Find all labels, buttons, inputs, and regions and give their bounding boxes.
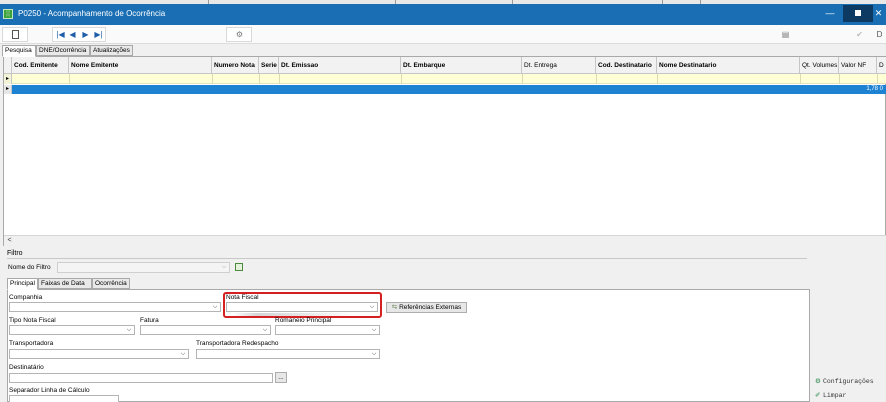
chevron-down-icon: ⌵: [221, 264, 227, 270]
edge-icon: D: [876, 30, 883, 39]
configuracoes-link[interactable]: ⚙ Configurações: [815, 377, 874, 385]
window-title: P0250 - Acompanhamento de Ocorrência: [18, 9, 166, 18]
filter-name-select[interactable]: ⌵: [57, 262, 230, 273]
first-record-button[interactable]: |◀: [55, 29, 66, 40]
tab-atualizacoes[interactable]: Atualizações: [90, 45, 133, 56]
limpar-label: Limpar: [823, 392, 847, 399]
chevron-down-icon: ⌵: [180, 351, 186, 357]
row-indicator: ▸: [4, 85, 12, 94]
chevron-down-icon: ⌵: [126, 327, 132, 333]
grid-header: Cod. Emitente Nome Emitente Numero Nota …: [4, 57, 886, 74]
limpar-icon: ✐: [815, 392, 821, 399]
filter-cell: [401, 74, 402, 84]
maximize-button[interactable]: [843, 5, 873, 22]
col-dt-embarque[interactable]: Dt. Embarque: [401, 57, 522, 74]
configuracoes-label: Configurações: [823, 378, 874, 385]
save-filter-icon[interactable]: [235, 263, 243, 271]
previous-record-button[interactable]: ◀: [67, 29, 78, 40]
fatura-label: Fatura: [140, 317, 159, 324]
col-dt-emissao[interactable]: Dt. Emissao: [279, 57, 401, 74]
col-numero-nota[interactable]: Numero Nota: [212, 57, 259, 74]
maximize-icon: [855, 10, 861, 16]
tab-pesquisa[interactable]: Pesquisa: [2, 45, 36, 57]
new-record-group: [2, 27, 28, 42]
table-row-selected[interactable]: ▸ 1,78 0: [4, 85, 886, 94]
tab-dne-ocorrencia[interactable]: DNE/Ocorrência: [36, 45, 90, 56]
navigation-group: |◀ ◀ ▶ ▶|: [52, 27, 106, 42]
tab-faixas-de-data[interactable]: Faixas de Data: [38, 278, 92, 289]
destinatario-input[interactable]: [9, 373, 273, 383]
tab-principal[interactable]: Principal: [7, 278, 38, 290]
settings-group: ⚙: [226, 27, 252, 42]
results-grid[interactable]: Cod. Emitente Nome Emitente Numero Nota …: [3, 56, 886, 246]
tab-ocorrencia[interactable]: Ocorrência: [92, 278, 130, 289]
next-record-button[interactable]: ▶: [80, 29, 91, 40]
link-icon: ⇆: [391, 304, 400, 311]
filter-section-title: Filtro: [7, 250, 23, 257]
romaneio-principal-select[interactable]: ⌵: [275, 325, 380, 335]
filter-cell: [800, 74, 801, 84]
filter-cell: [279, 74, 280, 84]
referencias-externas-label: Referências Externas: [399, 304, 462, 311]
col-nome-emitente[interactable]: Nome Emitente: [69, 57, 212, 74]
companhia-label: Companhia: [9, 294, 43, 301]
tipo-nota-fiscal-select[interactable]: ⌵: [9, 325, 135, 335]
app-icon: ░: [3, 9, 13, 19]
confirm-check-icon[interactable]: ✔: [854, 29, 865, 40]
destinatario-browse-button[interactable]: ...: [275, 372, 287, 383]
chevron-down-icon: ⌵: [212, 304, 218, 310]
romaneio-principal-label: Romaneio Principal: [275, 317, 332, 324]
fatura-select[interactable]: ⌵: [140, 325, 271, 335]
col-nome-destinatario[interactable]: Nome Destinatario: [657, 57, 800, 74]
filter-cell: [259, 74, 260, 84]
col-cod-destinatario[interactable]: Cod. Destinatario: [596, 57, 657, 74]
tipo-nota-fiscal-label: Tipo Nota Fiscal: [9, 317, 56, 324]
filter-cell: [69, 74, 70, 84]
destinatario-label: Destinatário: [9, 364, 44, 371]
grid-filter-row[interactable]: ▸: [4, 74, 886, 84]
col-d[interactable]: D: [877, 57, 886, 74]
col-dt-entrega[interactable]: Dt. Entrega: [522, 57, 596, 74]
col-cod-emitente[interactable]: Cod. Emitente: [12, 57, 69, 74]
minimize-button[interactable]: —: [815, 5, 845, 22]
filter-cell: [877, 74, 878, 84]
new-document-icon[interactable]: [12, 30, 19, 39]
toolbar: |◀ ◀ ▶ ▶| ⚙ ▤ ✔ D: [0, 25, 886, 44]
settings-gear-icon[interactable]: ⚙: [234, 29, 245, 40]
col-qt-volumes[interactable]: Qt. Volumes: [800, 57, 839, 74]
filter-divider: [7, 258, 807, 259]
filter-cell: [657, 74, 658, 84]
chevron-down-icon: ⌵: [371, 327, 377, 333]
close-button[interactable]: ✕: [871, 5, 886, 22]
scroll-left-button[interactable]: <: [5, 237, 14, 245]
col-serie[interactable]: Serie: [259, 57, 279, 74]
transportadora-redespacho-select[interactable]: ⌵: [196, 349, 380, 359]
transportadora-redespacho-label: Transportadora Redespacho: [196, 340, 279, 347]
filter-name-label: Nome do Filtro: [8, 264, 51, 271]
filter-cell: [522, 74, 523, 84]
grid-corner: [4, 57, 12, 74]
window-titlebar[interactable]: ░ P0250 - Acompanhamento de Ocorrência —…: [0, 4, 886, 25]
referencias-externas-button[interactable]: ⇆ Referências Externas: [386, 302, 467, 313]
nota-fiscal-highlight: [223, 292, 382, 318]
chevron-down-icon: ⌵: [262, 327, 268, 333]
separador-label: Separador Linha de Cálculo: [9, 387, 90, 394]
layout-icon[interactable]: ▤: [780, 29, 791, 40]
chevron-down-icon: ⌵: [371, 351, 377, 357]
companhia-select[interactable]: ⌵: [9, 302, 221, 312]
filter-cell: [212, 74, 213, 84]
selected-row-value: 1,78 0: [866, 86, 883, 92]
filter-cell: [596, 74, 597, 84]
separador-input[interactable]: [9, 395, 119, 402]
last-record-button[interactable]: ▶|: [93, 29, 104, 40]
config-icon: ⚙: [815, 378, 821, 385]
transportadora-select[interactable]: ⌵: [9, 349, 189, 359]
transportadora-label: Transportadora: [9, 340, 54, 347]
col-valor-nf[interactable]: Valor NF: [839, 57, 877, 74]
horizontal-scrollbar[interactable]: <: [4, 235, 886, 246]
filter-cell: [839, 74, 840, 84]
limpar-link[interactable]: ✐ Limpar: [815, 391, 846, 399]
filter-row-indicator: ▸: [4, 74, 12, 84]
